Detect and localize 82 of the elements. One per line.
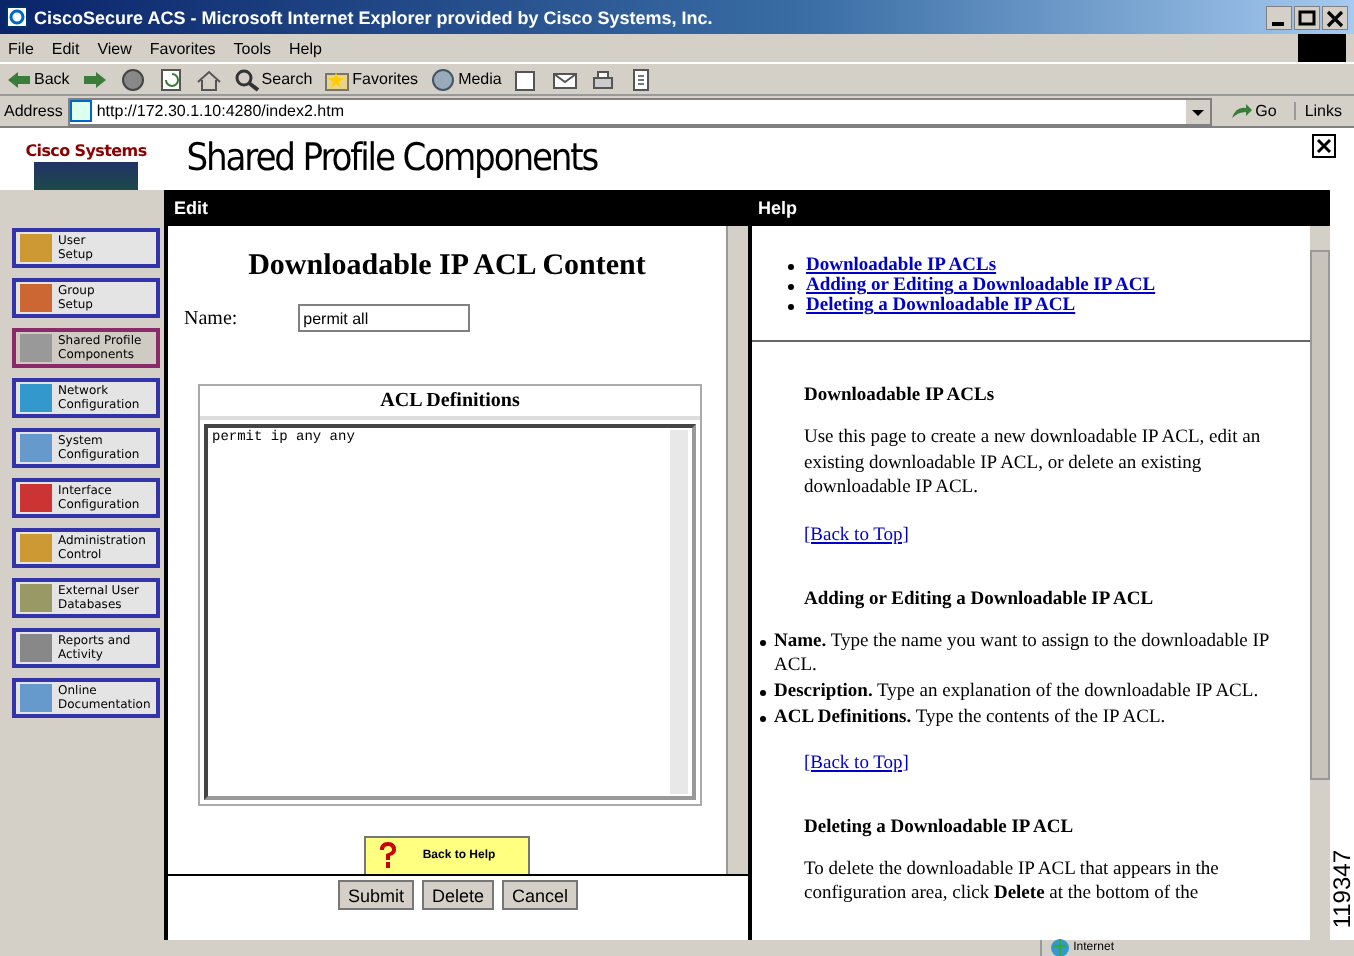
bullet-icon bbox=[788, 263, 794, 269]
form-button[interactable]: Cancel bbox=[502, 880, 579, 910]
scroll-bar[interactable] bbox=[1310, 226, 1330, 940]
maximize-button[interactable] bbox=[1294, 5, 1320, 29]
bullet-icon bbox=[788, 283, 794, 289]
help-paragraph: To delete the downloadable IP ACL that appears in the configuration area, click Delete at the bottom of the bbox=[804, 857, 1221, 907]
name-label: Name: bbox=[184, 307, 238, 329]
help-bullet-text: Name. Type the name you want to assign to the downloadable IP ACL. bbox=[774, 629, 1271, 677]
minimize-button[interactable] bbox=[1266, 5, 1292, 29]
menu-item-icon bbox=[20, 534, 52, 562]
section-heading: Deleting a Downloadable IP ACL bbox=[804, 815, 1076, 841]
form-heading: Downloadable IP ACL Content bbox=[246, 248, 648, 286]
windows-logo bbox=[1298, 34, 1346, 62]
close-icon[interactable] bbox=[1312, 134, 1336, 158]
media-icon[interactable] bbox=[430, 67, 457, 91]
page-title: Shared Profile Components bbox=[184, 134, 598, 180]
toolbar-button-label[interactable]: Search bbox=[261, 70, 313, 88]
help-bullet-text: Description. Type an explanation of the downloadable IP ACL. bbox=[774, 679, 1259, 703]
acl-panel-title: ACL Definitions bbox=[200, 386, 700, 420]
menu-item-icon bbox=[20, 584, 52, 612]
form-button[interactable]: Delete bbox=[421, 880, 494, 910]
search-icon[interactable] bbox=[233, 67, 260, 91]
menu-item-icon bbox=[20, 484, 52, 512]
toolbar-button-label[interactable]: Media bbox=[458, 70, 502, 88]
links-button[interactable]: Links bbox=[1294, 102, 1350, 120]
document-icon[interactable] bbox=[627, 67, 654, 91]
scroll-bar[interactable] bbox=[670, 430, 688, 794]
menu-item-icon bbox=[20, 334, 52, 362]
menu-item[interactable]: Tools bbox=[233, 39, 271, 57]
help-link[interactable]: Downloadable IP ACLs bbox=[806, 256, 997, 276]
go-button[interactable]: Go bbox=[1255, 102, 1277, 120]
menu-item-icon bbox=[20, 284, 52, 312]
menu-item-icon bbox=[20, 384, 52, 412]
refresh-icon[interactable] bbox=[157, 67, 184, 91]
logo-text: Cisco Systems bbox=[25, 142, 147, 160]
printer-icon[interactable] bbox=[589, 67, 616, 91]
form-button[interactable]: Submit bbox=[337, 880, 414, 910]
menu-item[interactable]: File bbox=[8, 39, 34, 57]
name-input-field[interactable]: permit all bbox=[297, 304, 470, 332]
back-to-top-link[interactable]: [Back to Top] bbox=[804, 753, 909, 773]
go-arrow-icon[interactable] bbox=[1229, 101, 1252, 121]
back-to-top-link[interactable]: [Back to Top] bbox=[804, 525, 909, 545]
bullet-icon bbox=[788, 303, 794, 309]
stop-icon[interactable] bbox=[119, 67, 146, 91]
pane-header: Help bbox=[752, 190, 1330, 226]
help-link[interactable]: Adding or Editing a Downloadable IP ACL bbox=[806, 276, 1156, 296]
section-heading: Adding or Editing a Downloadable IP ACL bbox=[804, 587, 1156, 613]
browser-icon[interactable] bbox=[6, 6, 28, 28]
menu-item[interactable]: Help bbox=[288, 39, 322, 57]
bullet-icon bbox=[760, 689, 766, 695]
menu-item-icon bbox=[20, 434, 52, 462]
bullet-icon bbox=[760, 715, 766, 721]
home-icon[interactable] bbox=[195, 67, 222, 91]
back-arrow-icon[interactable] bbox=[6, 67, 32, 91]
menu-item[interactable]: Favorites bbox=[149, 39, 216, 57]
help-paragraph: Use this page to create a new downloadable IP ACL, edit an existing downloadable IP ACL, or delete an existing downloadable IP ACL. bbox=[804, 426, 1263, 501]
page-icon[interactable] bbox=[513, 67, 540, 91]
page-icon[interactable] bbox=[70, 100, 93, 122]
scroll-bar[interactable] bbox=[726, 226, 748, 874]
help-link[interactable]: Deleting a Downloadable IP ACL bbox=[806, 296, 1076, 316]
figure-number: 119347 bbox=[1330, 849, 1354, 928]
menu-item-icon bbox=[20, 234, 52, 262]
help-bullet-text: ACL Definitions. Type the contents of the IP ACL. bbox=[774, 705, 1166, 729]
mail-icon[interactable] bbox=[551, 67, 578, 91]
bullet-icon bbox=[760, 639, 766, 645]
forward-arrow-icon[interactable] bbox=[81, 67, 108, 91]
toolbar-button-label[interactable]: Favorites bbox=[352, 70, 419, 88]
address-field[interactable]: http://172.30.1.10:4280/index2.htm bbox=[68, 97, 1212, 125]
menu-item[interactable]: Edit bbox=[51, 39, 80, 57]
close-button[interactable] bbox=[1322, 5, 1348, 29]
section-heading: Downloadable IP ACLs bbox=[804, 384, 997, 410]
window-title: CiscoSecure ACS - Microsoft Internet Explorer provided by Cisco Systems, Inc. bbox=[34, 7, 713, 27]
menu-item[interactable]: View bbox=[97, 39, 132, 57]
question-mark-icon[interactable] bbox=[378, 842, 399, 870]
pane-header: Edit bbox=[168, 190, 748, 226]
toolbar-button-label[interactable]: Back bbox=[34, 70, 70, 88]
menu-item-icon bbox=[20, 634, 52, 662]
globe-icon[interactable] bbox=[1049, 938, 1070, 956]
address-label: Address bbox=[4, 102, 63, 120]
scroll-thumb[interactable] bbox=[1310, 250, 1330, 780]
star-folder-icon[interactable] bbox=[324, 67, 351, 91]
menu-item-icon bbox=[20, 684, 52, 712]
